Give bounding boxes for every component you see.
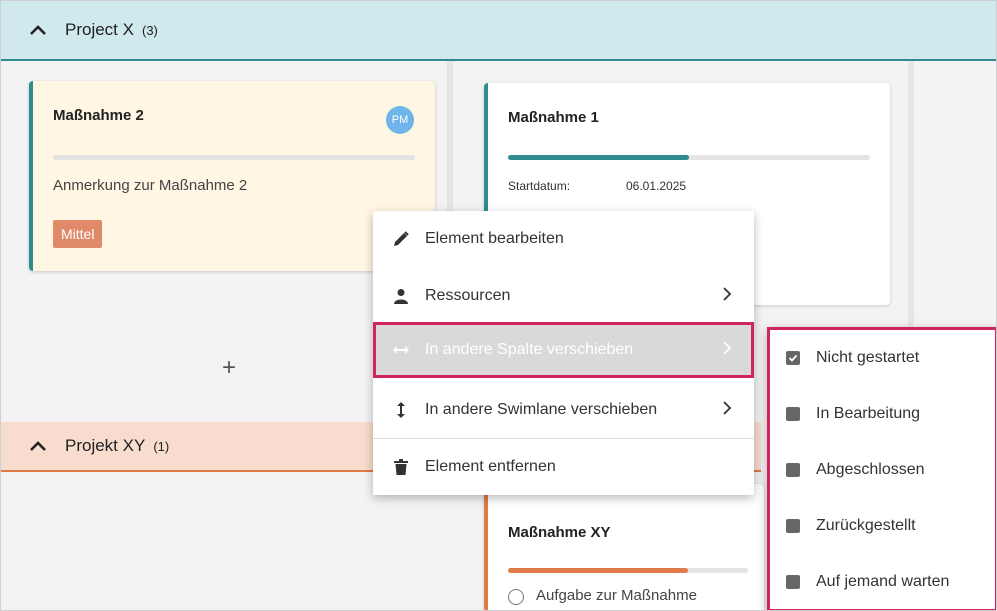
horizontal-arrows-icon	[391, 340, 411, 360]
chevron-up-icon[interactable]	[27, 19, 49, 41]
chevron-right-icon	[722, 400, 732, 421]
swimlane-count: (3)	[141, 22, 158, 38]
kanban-board: Project X (3) Maßnahme 2 Anmerkung zur M…	[0, 0, 997, 611]
card-title: Maßnahme XY	[508, 524, 611, 541]
progress-fill	[508, 568, 688, 573]
task-radio[interactable]	[508, 589, 524, 605]
menu-item-label: In andere Spalte verschieben	[425, 341, 634, 358]
menu-item-delete[interactable]: Element entfernen	[373, 439, 754, 495]
menu-item-label: Element entfernen	[425, 458, 556, 475]
priority-badge: Mittel	[53, 220, 103, 248]
checkbox-icon[interactable]	[786, 407, 800, 421]
submenu-item-label: Auf jemand warten	[816, 573, 950, 590]
submenu-item-completed[interactable]: Abgeschlossen	[770, 442, 995, 498]
task-label: Aufgabe zur Maßnahme	[536, 587, 697, 604]
add-card-button[interactable]: +	[222, 354, 236, 382]
progress-bar	[508, 568, 748, 573]
card-note: Anmerkung zur Maßnahme 2	[53, 177, 248, 194]
chevron-right-icon	[722, 340, 732, 361]
pencil-icon	[391, 229, 411, 249]
menu-item-edit[interactable]: Element bearbeiten	[373, 211, 754, 267]
submenu-item-waiting[interactable]: Auf jemand warten	[770, 554, 995, 610]
submenu-item-in-progress[interactable]: In Bearbeitung	[770, 386, 995, 442]
chevron-up-icon[interactable]	[27, 435, 49, 457]
menu-item-move-swimlane[interactable]: In andere Swimlane verschieben	[373, 382, 754, 438]
submenu-item-label: Abgeschlossen	[816, 461, 925, 478]
trash-icon	[391, 457, 411, 477]
status-submenu: Nicht gestartet In Bearbeitung Abgeschlo…	[767, 327, 996, 610]
progress-fill	[508, 155, 689, 160]
menu-item-label: In andere Swimlane verschieben	[425, 401, 658, 418]
submenu-item-label: Nicht gestartet	[816, 349, 920, 366]
submenu-item-label: Zurückgestellt	[816, 517, 916, 534]
start-date-value: 06.01.2025	[626, 179, 687, 193]
vertical-arrows-icon	[391, 400, 411, 420]
swimlane-count: (1)	[153, 438, 170, 454]
submenu-item-not-started[interactable]: Nicht gestartet	[770, 330, 995, 386]
avatar[interactable]: PM	[386, 106, 414, 134]
person-icon	[391, 286, 411, 306]
chevron-right-icon	[722, 286, 732, 307]
checkbox-icon[interactable]	[786, 575, 800, 589]
menu-item-label: Ressourcen	[425, 287, 511, 304]
menu-item-resources[interactable]: Ressourcen	[373, 268, 754, 324]
submenu-item-deferred[interactable]: Zurückgestellt	[770, 498, 995, 554]
submenu-item-label: In Bearbeitung	[816, 405, 921, 422]
swimlane-header-project-x[interactable]: Project X (3)	[1, 1, 996, 61]
start-date-label: Startdatum:	[508, 179, 571, 193]
card-title: Maßnahme 1	[508, 109, 599, 126]
checkbox-icon[interactable]	[786, 519, 800, 533]
card-massnahme-xy[interactable]: Maßnahme XY Aufgabe zur Maßnahme	[484, 484, 764, 610]
card-title: Maßnahme 2	[53, 107, 144, 124]
menu-item-move-column[interactable]: In andere Spalte verschieben	[373, 322, 754, 378]
swimlane-title: Projekt XY	[65, 436, 146, 455]
checkbox-checked-icon[interactable]	[786, 351, 800, 365]
progress-bar	[508, 155, 870, 160]
progress-bar	[53, 155, 415, 160]
context-menu: Element bearbeiten Ressourcen In andere …	[373, 211, 754, 495]
menu-item-label: Element bearbeiten	[425, 230, 564, 247]
swimlane-title: Project X	[65, 20, 134, 39]
checkbox-icon[interactable]	[786, 463, 800, 477]
